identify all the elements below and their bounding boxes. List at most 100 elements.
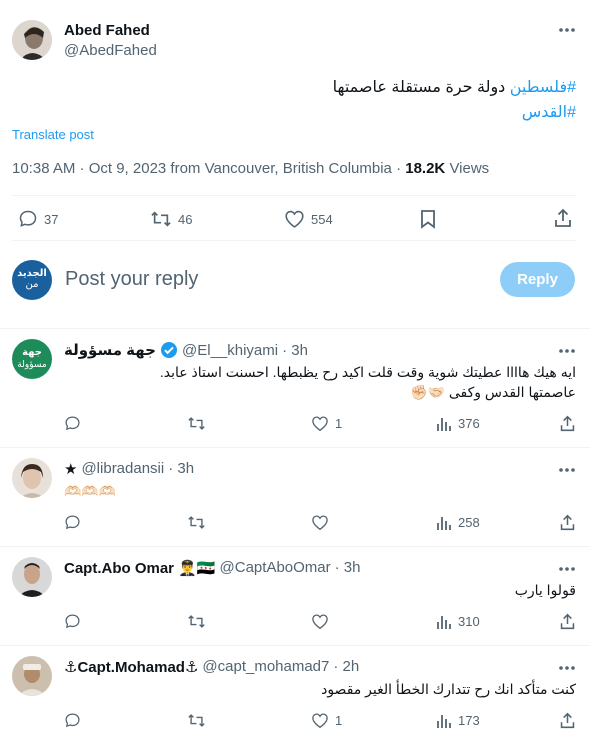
post-text-line2: #القدس xyxy=(16,102,576,122)
reply-action[interactable] xyxy=(64,712,81,729)
repost-icon xyxy=(187,712,206,729)
post-meta: 10:38 AM · Oct 9, 2023 from Vancouver, B… xyxy=(12,160,489,177)
share-icon[interactable] xyxy=(559,712,576,729)
heart-icon xyxy=(311,514,329,531)
share-icon[interactable] xyxy=(559,415,576,432)
more-icon[interactable] xyxy=(558,665,576,671)
share-icon[interactable] xyxy=(553,208,573,228)
repost-action[interactable] xyxy=(187,514,206,531)
like-count: 1 xyxy=(335,713,343,728)
reply-time[interactable]: · 3h xyxy=(282,342,308,359)
repost-action[interactable] xyxy=(187,415,206,432)
views-count: 376 xyxy=(458,416,480,431)
composer-avatar-text: الجديد xyxy=(17,268,47,279)
reply-handle[interactable]: @libradansii xyxy=(81,460,164,478)
composer-avatar: الجديد من xyxy=(12,260,52,300)
reply-handle[interactable]: @El__khiyami xyxy=(182,342,278,359)
reply-icon xyxy=(64,613,81,630)
views-icon xyxy=(436,415,452,432)
reply-icon xyxy=(64,415,81,432)
post-text: دولة حرة مستقلة عاصمتها xyxy=(332,79,506,96)
reply-action[interactable] xyxy=(64,514,81,531)
post-text-line1: #فلسطين دولة حرة مستقلة عاصمتها xyxy=(16,77,576,97)
reply-avatar[interactable]: جهة مسؤولة xyxy=(12,339,52,379)
reply-text: قولوا يارب xyxy=(514,582,576,598)
like-action[interactable] xyxy=(311,514,329,531)
reply-header: جهة مسؤولة @El__khiyami · 3h xyxy=(64,341,308,360)
more-icon[interactable] xyxy=(558,467,576,473)
like-count: 1 xyxy=(335,416,343,431)
reply-avatar[interactable] xyxy=(12,656,52,696)
views-icon xyxy=(436,613,452,630)
reply-time[interactable]: · 2h xyxy=(333,658,359,676)
reply-text: عاصمتها القدس وكفى 🤝🏻✊🏻 xyxy=(410,384,576,400)
bookmark-icon[interactable] xyxy=(419,209,437,229)
views-action[interactable]: 376 xyxy=(436,415,480,432)
like-count: 554 xyxy=(311,211,333,227)
reply-icon xyxy=(64,712,81,729)
reply-handle[interactable]: @capt_mohamad7 xyxy=(202,658,329,676)
hashtag-palestine[interactable]: #فلسطين xyxy=(510,79,576,96)
views-count: 258 xyxy=(458,515,480,530)
reply-input[interactable]: Post your reply xyxy=(65,268,198,291)
author-handle[interactable]: @AbedFahed xyxy=(64,42,157,59)
reply-avatar[interactable] xyxy=(12,458,52,498)
reply-button[interactable]: Reply xyxy=(500,262,575,297)
reply-action[interactable]: 37 xyxy=(18,209,58,229)
reply-count: 37 xyxy=(44,211,59,227)
post-timestamp[interactable]: 10:38 AM · Oct 9, 2023 from Vancouver, B… xyxy=(12,160,405,177)
heart-icon xyxy=(311,712,329,729)
reply-header: Capt.Abo Omar 👨‍✈️🇸🇾 @CaptAboOmar · 3h xyxy=(64,559,361,577)
views-icon xyxy=(436,514,452,531)
hashtag-jerusalem[interactable]: #القدس xyxy=(522,104,576,121)
repost-count: 46 xyxy=(178,211,193,227)
reply-text: كنت متأكد انك رح تتدارك الخطأ الغير مقصو… xyxy=(321,681,576,697)
reply-time[interactable]: · 3h xyxy=(168,460,194,478)
views-action[interactable]: 173 xyxy=(436,712,480,729)
like-action[interactable] xyxy=(311,613,329,630)
author-name[interactable]: Abed Fahed xyxy=(64,22,150,39)
author-avatar[interactable] xyxy=(12,20,52,60)
more-icon[interactable] xyxy=(558,348,576,354)
views-action[interactable]: 310 xyxy=(436,613,480,630)
reply-header: ★ @libradansii · 3h xyxy=(64,460,194,478)
more-icon[interactable] xyxy=(558,27,576,33)
composer-avatar-subtext: من xyxy=(25,279,39,290)
repost-icon xyxy=(187,514,206,531)
reply-author-name[interactable]: Capt.Abo Omar 👨‍✈️🇸🇾 xyxy=(64,559,216,577)
repost-action[interactable] xyxy=(187,712,206,729)
reply-icon xyxy=(18,209,38,229)
heart-icon xyxy=(311,415,329,432)
views-count: 18.2K xyxy=(405,160,446,177)
reply-handle[interactable]: @CaptAboOmar xyxy=(220,559,331,577)
repost-icon xyxy=(187,415,206,432)
repost-action[interactable] xyxy=(187,613,206,630)
views-count: 310 xyxy=(458,614,480,629)
like-action[interactable]: 1 xyxy=(311,712,342,729)
views-label: Views xyxy=(449,160,490,177)
views-count: 173 xyxy=(458,713,480,728)
share-icon[interactable] xyxy=(559,613,576,630)
reply-avatar[interactable] xyxy=(12,557,52,597)
reply-author-name[interactable]: جهة مسؤولة xyxy=(64,341,156,359)
translate-post-link[interactable]: Translate post xyxy=(12,127,94,142)
repost-action[interactable]: 46 xyxy=(150,209,192,229)
views-icon xyxy=(436,712,452,729)
more-icon[interactable] xyxy=(558,566,576,572)
heart-icon xyxy=(311,613,329,630)
like-action[interactable]: 1 xyxy=(311,415,342,432)
reply-author-name[interactable]: ⚓Capt.Mohamad⚓ xyxy=(64,658,198,676)
reply-action[interactable] xyxy=(64,415,81,432)
reply-time[interactable]: · 3h xyxy=(335,559,361,577)
reply-text: ايه هيك هاااا عطيتك شوية وقت قلت اكيد رح… xyxy=(159,364,576,380)
reply-action[interactable] xyxy=(64,613,81,630)
like-action[interactable]: 554 xyxy=(284,209,333,229)
reply-author-name[interactable]: ★ xyxy=(64,460,77,478)
reply-button-label: Reply xyxy=(517,271,558,288)
avatar-subtext: مسؤولة xyxy=(17,359,47,369)
share-icon[interactable] xyxy=(559,514,576,531)
repost-icon xyxy=(150,209,172,229)
repost-icon xyxy=(187,613,206,630)
views-action[interactable]: 258 xyxy=(436,514,480,531)
reply-header: ⚓Capt.Mohamad⚓ @capt_mohamad7 · 2h xyxy=(64,658,359,676)
